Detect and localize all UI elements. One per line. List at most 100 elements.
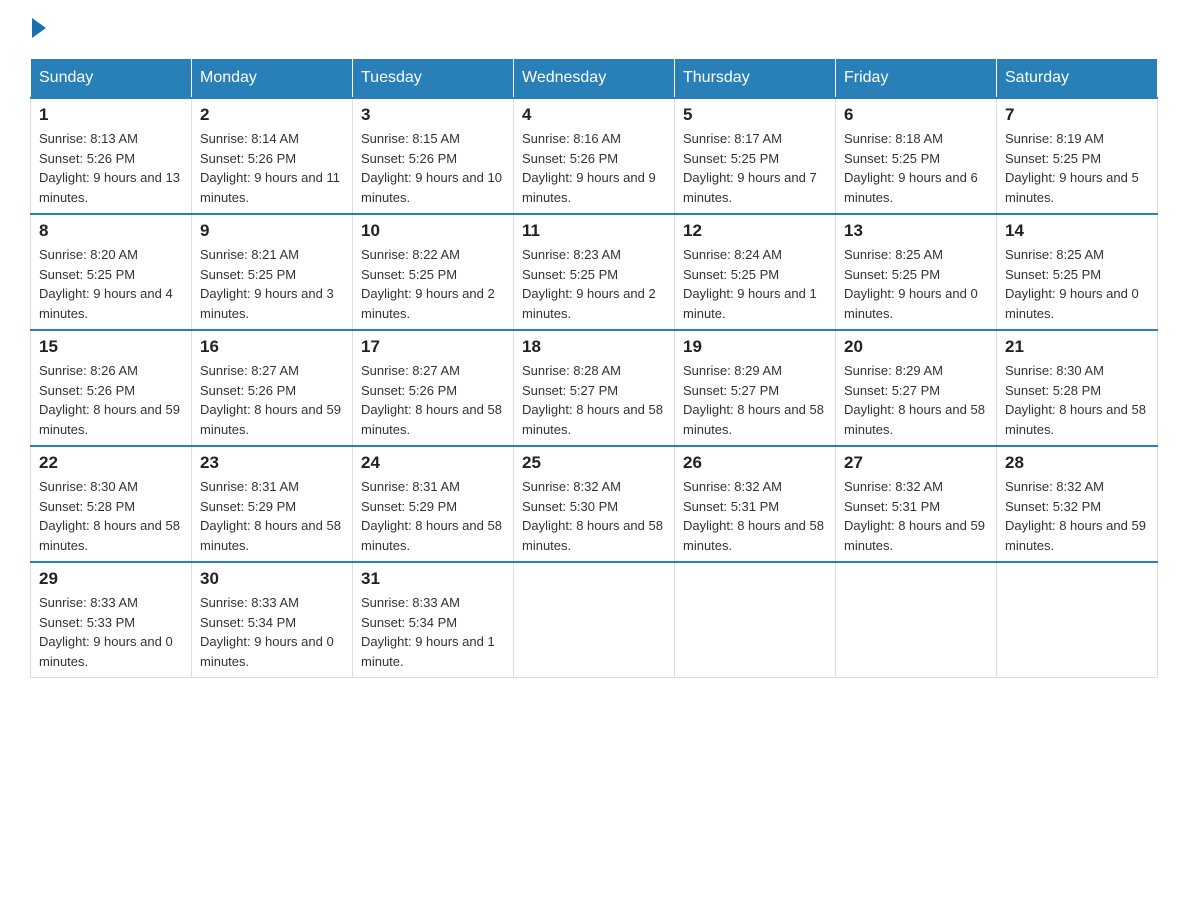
day-info: Sunrise: 8:13 AM Sunset: 5:26 PM Dayligh… <box>39 129 183 207</box>
logo-blue-container <box>30 20 46 38</box>
calendar-week-row: 22 Sunrise: 8:30 AM Sunset: 5:28 PM Dayl… <box>31 446 1158 562</box>
day-number: 1 <box>39 105 183 125</box>
day-number: 7 <box>1005 105 1149 125</box>
page-header <box>30 20 1158 38</box>
day-info: Sunrise: 8:28 AM Sunset: 5:27 PM Dayligh… <box>522 361 666 439</box>
calendar-cell <box>836 562 997 678</box>
calendar-header-thursday: Thursday <box>675 59 836 99</box>
day-number: 10 <box>361 221 505 241</box>
calendar-header-monday: Monday <box>192 59 353 99</box>
day-info: Sunrise: 8:33 AM Sunset: 5:34 PM Dayligh… <box>361 593 505 671</box>
calendar-cell: 20 Sunrise: 8:29 AM Sunset: 5:27 PM Dayl… <box>836 330 997 446</box>
day-info: Sunrise: 8:31 AM Sunset: 5:29 PM Dayligh… <box>200 477 344 555</box>
day-number: 8 <box>39 221 183 241</box>
day-number: 16 <box>200 337 344 357</box>
calendar-week-row: 15 Sunrise: 8:26 AM Sunset: 5:26 PM Dayl… <box>31 330 1158 446</box>
calendar-cell: 19 Sunrise: 8:29 AM Sunset: 5:27 PM Dayl… <box>675 330 836 446</box>
day-info: Sunrise: 8:18 AM Sunset: 5:25 PM Dayligh… <box>844 129 988 207</box>
calendar-cell: 30 Sunrise: 8:33 AM Sunset: 5:34 PM Dayl… <box>192 562 353 678</box>
calendar-header-row: SundayMondayTuesdayWednesdayThursdayFrid… <box>31 59 1158 99</box>
calendar-cell: 25 Sunrise: 8:32 AM Sunset: 5:30 PM Dayl… <box>514 446 675 562</box>
calendar-cell: 11 Sunrise: 8:23 AM Sunset: 5:25 PM Dayl… <box>514 214 675 330</box>
calendar-cell <box>997 562 1158 678</box>
calendar-cell <box>675 562 836 678</box>
day-info: Sunrise: 8:33 AM Sunset: 5:34 PM Dayligh… <box>200 593 344 671</box>
calendar-cell: 2 Sunrise: 8:14 AM Sunset: 5:26 PM Dayli… <box>192 98 353 214</box>
day-number: 28 <box>1005 453 1149 473</box>
calendar-cell: 4 Sunrise: 8:16 AM Sunset: 5:26 PM Dayli… <box>514 98 675 214</box>
day-info: Sunrise: 8:25 AM Sunset: 5:25 PM Dayligh… <box>844 245 988 323</box>
day-info: Sunrise: 8:32 AM Sunset: 5:32 PM Dayligh… <box>1005 477 1149 555</box>
calendar-cell: 24 Sunrise: 8:31 AM Sunset: 5:29 PM Dayl… <box>353 446 514 562</box>
calendar-week-row: 1 Sunrise: 8:13 AM Sunset: 5:26 PM Dayli… <box>31 98 1158 214</box>
calendar-cell: 21 Sunrise: 8:30 AM Sunset: 5:28 PM Dayl… <box>997 330 1158 446</box>
calendar-cell: 23 Sunrise: 8:31 AM Sunset: 5:29 PM Dayl… <box>192 446 353 562</box>
day-number: 31 <box>361 569 505 589</box>
day-number: 21 <box>1005 337 1149 357</box>
day-number: 4 <box>522 105 666 125</box>
day-number: 15 <box>39 337 183 357</box>
calendar-cell: 16 Sunrise: 8:27 AM Sunset: 5:26 PM Dayl… <box>192 330 353 446</box>
calendar-cell: 1 Sunrise: 8:13 AM Sunset: 5:26 PM Dayli… <box>31 98 192 214</box>
calendar-cell: 8 Sunrise: 8:20 AM Sunset: 5:25 PM Dayli… <box>31 214 192 330</box>
calendar-cell: 29 Sunrise: 8:33 AM Sunset: 5:33 PM Dayl… <box>31 562 192 678</box>
day-info: Sunrise: 8:22 AM Sunset: 5:25 PM Dayligh… <box>361 245 505 323</box>
day-info: Sunrise: 8:32 AM Sunset: 5:31 PM Dayligh… <box>844 477 988 555</box>
day-info: Sunrise: 8:30 AM Sunset: 5:28 PM Dayligh… <box>1005 361 1149 439</box>
day-info: Sunrise: 8:16 AM Sunset: 5:26 PM Dayligh… <box>522 129 666 207</box>
calendar-cell: 14 Sunrise: 8:25 AM Sunset: 5:25 PM Dayl… <box>997 214 1158 330</box>
day-info: Sunrise: 8:26 AM Sunset: 5:26 PM Dayligh… <box>39 361 183 439</box>
day-info: Sunrise: 8:20 AM Sunset: 5:25 PM Dayligh… <box>39 245 183 323</box>
day-info: Sunrise: 8:17 AM Sunset: 5:25 PM Dayligh… <box>683 129 827 207</box>
day-number: 6 <box>844 105 988 125</box>
day-info: Sunrise: 8:15 AM Sunset: 5:26 PM Dayligh… <box>361 129 505 207</box>
day-info: Sunrise: 8:21 AM Sunset: 5:25 PM Dayligh… <box>200 245 344 323</box>
day-number: 13 <box>844 221 988 241</box>
day-info: Sunrise: 8:32 AM Sunset: 5:30 PM Dayligh… <box>522 477 666 555</box>
day-number: 24 <box>361 453 505 473</box>
logo-triangle-icon <box>32 18 46 38</box>
day-number: 3 <box>361 105 505 125</box>
day-number: 14 <box>1005 221 1149 241</box>
calendar-cell: 5 Sunrise: 8:17 AM Sunset: 5:25 PM Dayli… <box>675 98 836 214</box>
day-info: Sunrise: 8:27 AM Sunset: 5:26 PM Dayligh… <box>361 361 505 439</box>
calendar-cell: 31 Sunrise: 8:33 AM Sunset: 5:34 PM Dayl… <box>353 562 514 678</box>
day-number: 2 <box>200 105 344 125</box>
day-info: Sunrise: 8:14 AM Sunset: 5:26 PM Dayligh… <box>200 129 344 207</box>
calendar-cell: 15 Sunrise: 8:26 AM Sunset: 5:26 PM Dayl… <box>31 330 192 446</box>
day-number: 20 <box>844 337 988 357</box>
calendar-week-row: 8 Sunrise: 8:20 AM Sunset: 5:25 PM Dayli… <box>31 214 1158 330</box>
calendar-cell: 22 Sunrise: 8:30 AM Sunset: 5:28 PM Dayl… <box>31 446 192 562</box>
calendar-cell: 17 Sunrise: 8:27 AM Sunset: 5:26 PM Dayl… <box>353 330 514 446</box>
calendar-table: SundayMondayTuesdayWednesdayThursdayFrid… <box>30 58 1158 678</box>
day-info: Sunrise: 8:27 AM Sunset: 5:26 PM Dayligh… <box>200 361 344 439</box>
calendar-cell: 7 Sunrise: 8:19 AM Sunset: 5:25 PM Dayli… <box>997 98 1158 214</box>
calendar-cell: 18 Sunrise: 8:28 AM Sunset: 5:27 PM Dayl… <box>514 330 675 446</box>
day-number: 18 <box>522 337 666 357</box>
day-number: 5 <box>683 105 827 125</box>
day-number: 27 <box>844 453 988 473</box>
calendar-cell: 3 Sunrise: 8:15 AM Sunset: 5:26 PM Dayli… <box>353 98 514 214</box>
calendar-header-tuesday: Tuesday <box>353 59 514 99</box>
day-number: 19 <box>683 337 827 357</box>
day-info: Sunrise: 8:31 AM Sunset: 5:29 PM Dayligh… <box>361 477 505 555</box>
calendar-cell: 9 Sunrise: 8:21 AM Sunset: 5:25 PM Dayli… <box>192 214 353 330</box>
day-info: Sunrise: 8:25 AM Sunset: 5:25 PM Dayligh… <box>1005 245 1149 323</box>
calendar-week-row: 29 Sunrise: 8:33 AM Sunset: 5:33 PM Dayl… <box>31 562 1158 678</box>
day-info: Sunrise: 8:29 AM Sunset: 5:27 PM Dayligh… <box>683 361 827 439</box>
day-info: Sunrise: 8:19 AM Sunset: 5:25 PM Dayligh… <box>1005 129 1149 207</box>
calendar-cell: 6 Sunrise: 8:18 AM Sunset: 5:25 PM Dayli… <box>836 98 997 214</box>
day-info: Sunrise: 8:33 AM Sunset: 5:33 PM Dayligh… <box>39 593 183 671</box>
day-info: Sunrise: 8:24 AM Sunset: 5:25 PM Dayligh… <box>683 245 827 323</box>
calendar-cell: 13 Sunrise: 8:25 AM Sunset: 5:25 PM Dayl… <box>836 214 997 330</box>
calendar-cell: 10 Sunrise: 8:22 AM Sunset: 5:25 PM Dayl… <box>353 214 514 330</box>
calendar-header-wednesday: Wednesday <box>514 59 675 99</box>
day-info: Sunrise: 8:23 AM Sunset: 5:25 PM Dayligh… <box>522 245 666 323</box>
calendar-cell: 28 Sunrise: 8:32 AM Sunset: 5:32 PM Dayl… <box>997 446 1158 562</box>
calendar-cell: 12 Sunrise: 8:24 AM Sunset: 5:25 PM Dayl… <box>675 214 836 330</box>
calendar-cell: 26 Sunrise: 8:32 AM Sunset: 5:31 PM Dayl… <box>675 446 836 562</box>
day-number: 12 <box>683 221 827 241</box>
day-number: 17 <box>361 337 505 357</box>
calendar-header-sunday: Sunday <box>31 59 192 99</box>
day-info: Sunrise: 8:30 AM Sunset: 5:28 PM Dayligh… <box>39 477 183 555</box>
